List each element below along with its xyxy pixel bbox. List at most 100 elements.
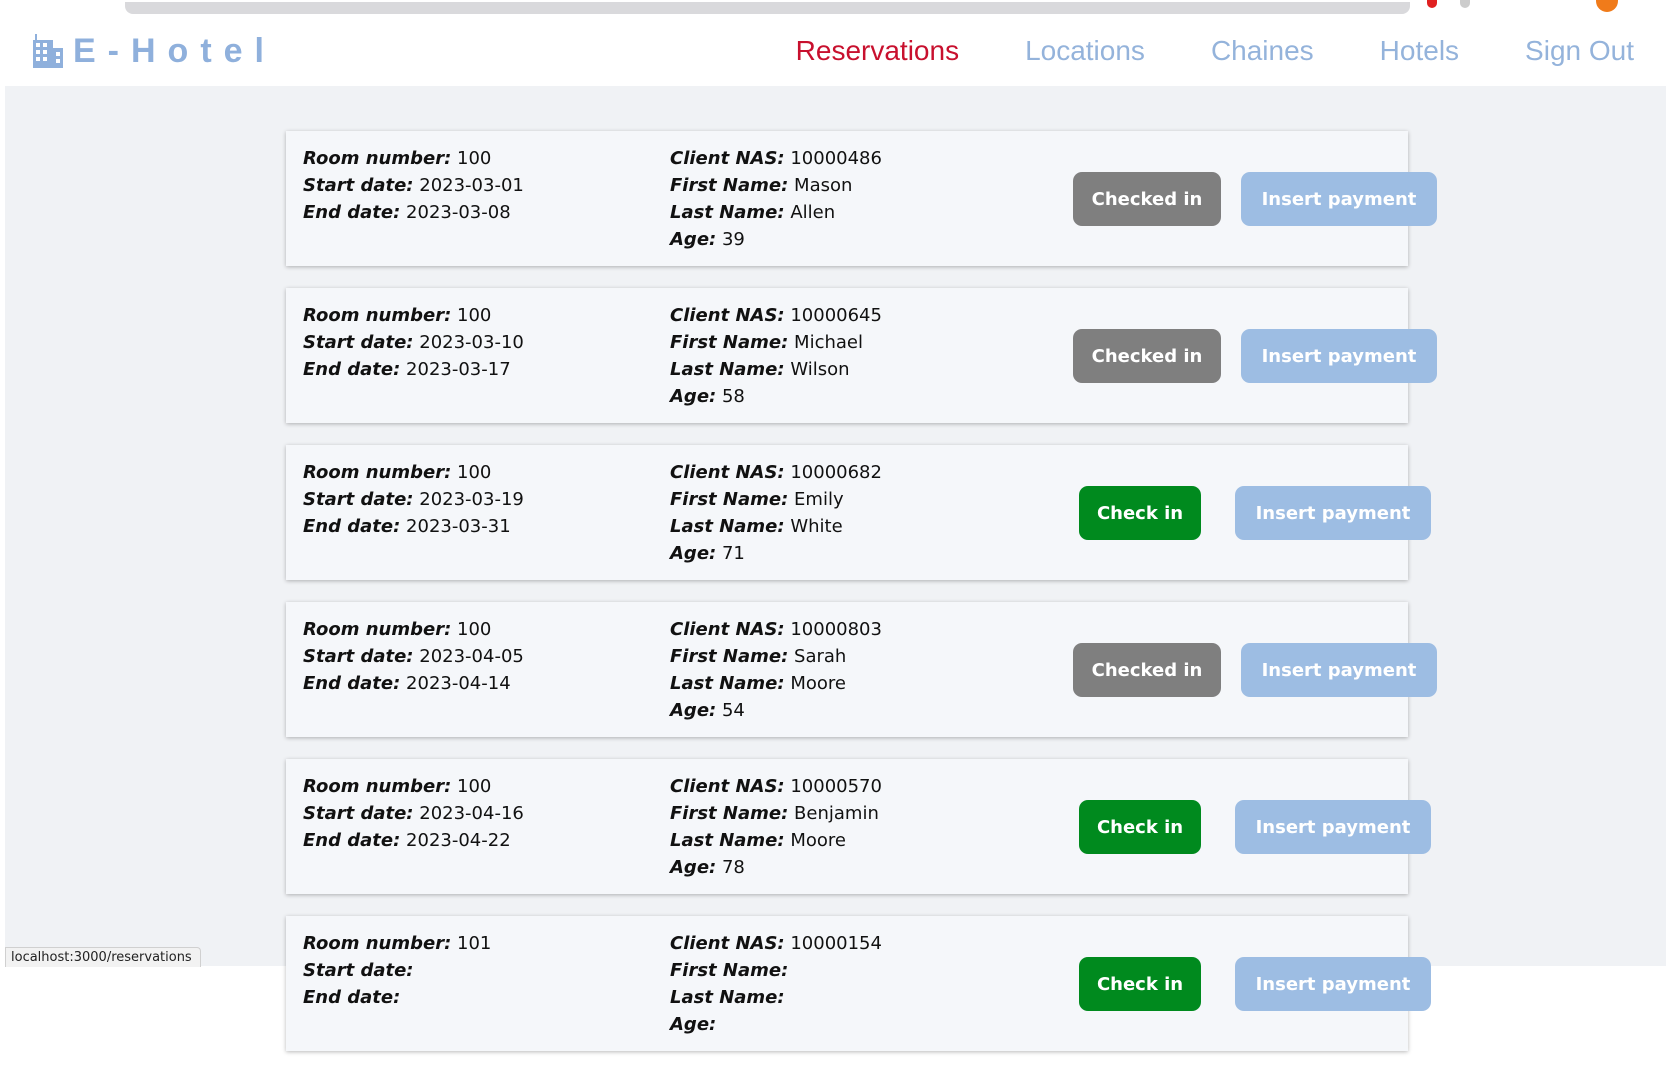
reservation-card: Room number: 100 Start date: 2023-03-19 En… — [286, 445, 1431, 580]
first-name: First Name: Mason — [670, 172, 882, 199]
start-date-value: 2023-04-05 — [419, 646, 524, 667]
end-date-value: 2023-03-31 — [406, 516, 511, 537]
last-name: Last Name: — [670, 984, 882, 1011]
last-name-value: Allen — [790, 202, 836, 223]
end-date-label: End date: — [303, 673, 401, 694]
profile-avatar[interactable] — [1596, 0, 1618, 12]
room-details: Room number: 100 Start date: 2023-03-19 En… — [303, 459, 524, 540]
start-date: Start date: — [303, 957, 491, 984]
age: Age: 78 — [670, 854, 882, 881]
client-nas: Client NAS: 10000803 — [670, 616, 882, 643]
room-number: Room number: 101 — [303, 930, 491, 957]
room-details: Room number: 101 Start date: End date: — [303, 930, 491, 1011]
extension-icon[interactable] — [1460, 0, 1470, 8]
client-nas: Client NAS: 10000486 — [670, 145, 882, 172]
client-nas: Client NAS: 10000645 — [670, 302, 882, 329]
room-number: Room number: 100 — [303, 302, 524, 329]
check-in-button[interactable]: Check in — [1079, 800, 1201, 854]
client-nas-value: 10000486 — [790, 148, 882, 169]
start-date-value: 2023-03-19 — [419, 489, 524, 510]
first-name-value: Emily — [794, 489, 844, 510]
check-in-button[interactable]: Check in — [1079, 486, 1201, 540]
insert-payment-button[interactable]: Insert payment — [1235, 957, 1431, 1011]
nav-link-locations[interactable]: Locations — [1025, 33, 1145, 69]
start-date-label: Start date: — [303, 960, 414, 981]
last-name: Last Name: Allen — [670, 199, 882, 226]
age: Age: — [670, 1011, 882, 1038]
nav-link-hotels[interactable]: Hotels — [1380, 33, 1459, 69]
checked-in-button[interactable]: Checked in — [1073, 329, 1221, 383]
reservation-list: Room number: 100 Start date: 2023-03-01 En… — [286, 131, 1437, 1073]
start-date-label: Start date: — [303, 332, 414, 353]
start-date-label: Start date: — [303, 489, 414, 510]
insert-payment-button[interactable]: Insert payment — [1235, 486, 1431, 540]
end-date-label: End date: — [303, 516, 401, 537]
first-name-value: Sarah — [794, 646, 847, 667]
insert-payment-button[interactable]: Insert payment — [1241, 172, 1437, 226]
reservation-card: Room number: 101 Start date: End date: Cl… — [286, 916, 1431, 1051]
start-date-label: Start date: — [303, 175, 414, 196]
client-details: Client NAS: 10000486 First Name: Mason Las… — [670, 145, 882, 253]
end-date: End date: 2023-04-22 — [303, 827, 524, 854]
reservation-card: Room number: 100 Start date: 2023-04-05 En… — [286, 602, 1437, 737]
end-date: End date: — [303, 984, 491, 1011]
first-name: First Name: Michael — [670, 329, 882, 356]
last-name-label: Last Name: — [670, 673, 785, 694]
first-name-label: First Name: — [670, 332, 789, 353]
client-nas-value: 10000570 — [790, 776, 882, 797]
room-number-value: 100 — [457, 776, 492, 797]
last-name-label: Last Name: — [670, 359, 785, 380]
client-nas: Client NAS: 10000154 — [670, 930, 882, 957]
checked-in-button[interactable]: Checked in — [1073, 172, 1221, 226]
last-name-label: Last Name: — [670, 987, 785, 1008]
end-date-value: 2023-04-22 — [406, 830, 511, 851]
last-name-value: White — [790, 516, 843, 537]
insert-payment-button[interactable]: Insert payment — [1235, 800, 1431, 854]
room-number: Room number: 100 — [303, 773, 524, 800]
age-value: 78 — [721, 857, 745, 878]
end-date-value: 2023-03-08 — [406, 202, 511, 223]
room-details: Room number: 100 Start date: 2023-04-16 En… — [303, 773, 524, 854]
nav-link-reservations[interactable]: Reservations — [796, 33, 959, 69]
start-date-value: 2023-03-10 — [419, 332, 524, 353]
nav-link-sign-out[interactable]: Sign Out — [1525, 33, 1634, 69]
room-number: Room number: 100 — [303, 459, 524, 486]
last-name: Last Name: Moore — [670, 827, 882, 854]
end-date-label: End date: — [303, 987, 401, 1008]
first-name-label: First Name: — [670, 175, 789, 196]
end-date-label: End date: — [303, 202, 401, 223]
room-details: Room number: 100 Start date: 2023-04-05 En… — [303, 616, 524, 697]
first-name-label: First Name: — [670, 960, 789, 981]
status-bar-url: localhost:3000/reservations — [5, 947, 201, 967]
client-nas-value: 10000682 — [790, 462, 882, 483]
end-date-label: End date: — [303, 830, 401, 851]
start-date-label: Start date: — [303, 646, 414, 667]
extension-icon[interactable] — [1427, 0, 1437, 8]
navbar: E-Hotel Reservations Locations Chaines Hote… — [5, 19, 1666, 86]
age-label: Age: — [670, 700, 717, 721]
age: Age: 71 — [670, 540, 882, 567]
insert-payment-button[interactable]: Insert payment — [1241, 643, 1437, 697]
first-name-label: First Name: — [670, 803, 789, 824]
client-nas-label: Client NAS: — [670, 148, 785, 169]
room-number-label: Room number: — [303, 462, 452, 483]
address-bar[interactable] — [125, 2, 1410, 14]
age-label: Age: — [670, 386, 717, 407]
room-number-label: Room number: — [303, 619, 452, 640]
insert-payment-button[interactable]: Insert payment — [1241, 329, 1437, 383]
first-name: First Name: Emily — [670, 486, 882, 513]
age-label: Age: — [670, 857, 717, 878]
room-number-label: Room number: — [303, 776, 452, 797]
check-in-button[interactable]: Check in — [1079, 957, 1201, 1011]
checked-in-button[interactable]: Checked in — [1073, 643, 1221, 697]
age: Age: 58 — [670, 383, 882, 410]
first-name-label: First Name: — [670, 646, 789, 667]
last-name-value: Moore — [790, 673, 846, 694]
client-nas: Client NAS: 10000682 — [670, 459, 882, 486]
first-name-label: First Name: — [670, 489, 789, 510]
nav-link-chaines[interactable]: Chaines — [1211, 33, 1314, 69]
brand-logo[interactable]: E-Hotel — [31, 29, 276, 73]
client-nas-label: Client NAS: — [670, 462, 785, 483]
start-date: Start date: 2023-03-19 — [303, 486, 524, 513]
room-number-value: 101 — [457, 933, 492, 954]
